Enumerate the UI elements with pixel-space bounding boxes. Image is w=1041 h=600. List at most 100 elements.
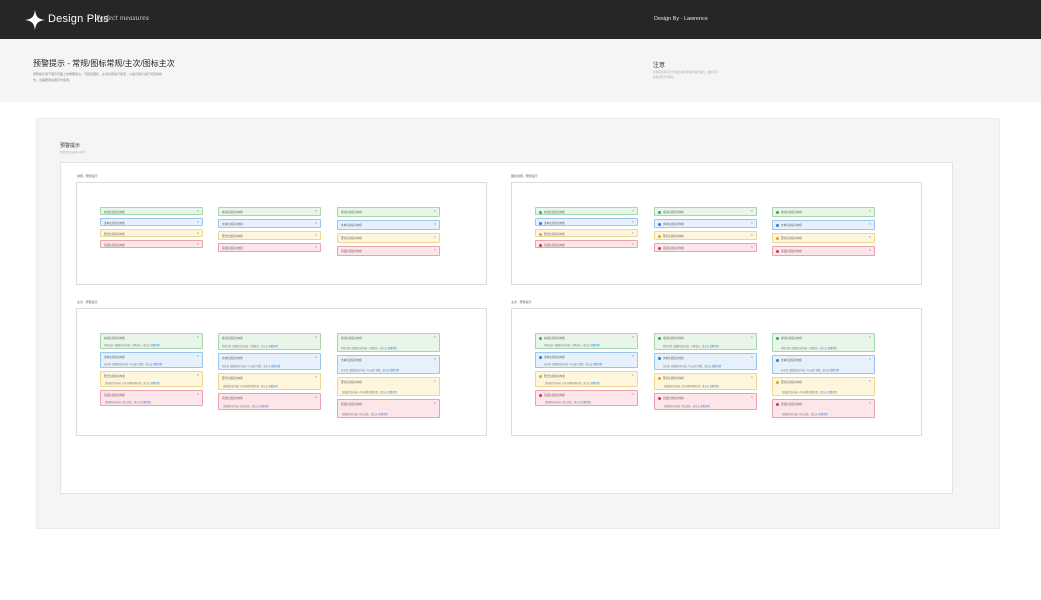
alert-description: 你提交的【数据信息内容】已经成功，请点击 查看详情	[663, 346, 719, 348]
view-details-link[interactable]: 查看详情	[388, 348, 397, 350]
close-icon[interactable]: ×	[869, 209, 871, 213]
alert-title: 错误信息提示内容	[222, 397, 243, 400]
close-icon[interactable]: ×	[434, 209, 436, 213]
close-icon[interactable]: ×	[197, 220, 199, 224]
close-icon[interactable]: ×	[315, 375, 317, 379]
close-icon[interactable]: ×	[197, 231, 199, 235]
alert-info: 文本信息提示内容 ×	[337, 220, 440, 230]
close-icon[interactable]: ×	[869, 222, 871, 226]
view-details-link[interactable]: 查看详情	[828, 348, 837, 350]
view-details-link[interactable]: 查看详情	[271, 366, 280, 368]
alert-title: 文本信息提示内容	[781, 224, 802, 227]
view-details-link[interactable]: 查看详情	[378, 414, 387, 416]
close-icon[interactable]: ×	[869, 235, 871, 239]
alert-title: 警告信息提示内容	[222, 235, 243, 238]
close-icon[interactable]: ×	[197, 392, 199, 396]
alert-title: 错误信息提示内容	[341, 403, 362, 406]
alert-title: 成功信息提示内容	[104, 211, 125, 214]
close-icon[interactable]: ×	[434, 222, 436, 226]
view-details-link[interactable]: 查看详情	[591, 383, 600, 385]
view-details-link[interactable]: 查看详情	[710, 346, 719, 348]
close-icon[interactable]: ×	[632, 373, 634, 377]
view-details-link[interactable]: 查看详情	[710, 386, 719, 388]
info-status-icon	[658, 222, 661, 226]
view-details-link[interactable]: 查看详情	[151, 345, 160, 347]
close-icon[interactable]: ×	[315, 233, 317, 237]
view-details-link[interactable]: 查看详情	[593, 364, 602, 366]
close-icon[interactable]: ×	[315, 355, 317, 359]
close-icon[interactable]: ×	[632, 354, 634, 358]
alert-info: 文本信息提示内容 在这里【数据信息内容】可以进行查看，请点击 查看详情 ×	[218, 353, 321, 370]
close-icon[interactable]: ×	[869, 335, 871, 339]
close-icon[interactable]: ×	[632, 392, 634, 396]
view-details-link[interactable]: 查看详情	[259, 406, 268, 408]
view-details-link[interactable]: 查看详情	[388, 392, 397, 394]
close-icon[interactable]: ×	[751, 375, 753, 379]
close-icon[interactable]: ×	[197, 373, 199, 377]
close-icon[interactable]: ×	[434, 357, 436, 361]
close-icon[interactable]: ×	[315, 395, 317, 399]
close-icon[interactable]: ×	[751, 221, 753, 225]
view-details-link[interactable]: 查看详情	[818, 414, 827, 416]
alert-description: 【数据信息内容】提交失败，请点击 查看详情	[341, 414, 388, 416]
view-details-link[interactable]: 查看详情	[828, 392, 837, 394]
alert-description: 你提交的【数据信息内容】已经成功，请点击 查看详情	[544, 345, 600, 347]
alert-title: 错误信息提示内容	[781, 250, 802, 253]
info-status-icon	[776, 223, 779, 227]
close-icon[interactable]: ×	[434, 401, 436, 405]
close-icon[interactable]: ×	[751, 395, 753, 399]
view-details-link[interactable]: 查看详情	[269, 346, 278, 348]
close-icon[interactable]: ×	[632, 220, 634, 224]
close-icon[interactable]: ×	[869, 379, 871, 383]
close-icon[interactable]: ×	[434, 235, 436, 239]
view-details-link[interactable]: 查看详情	[153, 364, 162, 366]
view-details-link[interactable]: 查看详情	[830, 370, 839, 372]
close-icon[interactable]: ×	[197, 335, 199, 339]
close-icon[interactable]: ×	[434, 379, 436, 383]
close-icon[interactable]: ×	[197, 242, 199, 246]
close-icon[interactable]: ×	[869, 401, 871, 405]
close-icon[interactable]: ×	[751, 209, 753, 213]
view-details-link[interactable]: 查看详情	[700, 406, 709, 408]
close-icon[interactable]: ×	[751, 233, 753, 237]
view-details-link[interactable]: 查看详情	[141, 402, 150, 404]
alert-description: 【数据信息内容】存在问题需要处理，请点击 查看详情	[341, 392, 397, 394]
page-header	[0, 39, 1041, 102]
alert-title: 文本信息提示内容	[104, 356, 125, 359]
view-details-link[interactable]: 查看详情	[151, 383, 160, 385]
view-details-link[interactable]: 查看详情	[591, 345, 600, 347]
close-icon[interactable]: ×	[315, 209, 317, 213]
close-icon[interactable]: ×	[751, 335, 753, 339]
alert-title: 成功信息提示内容	[544, 337, 565, 340]
close-icon[interactable]: ×	[632, 242, 634, 246]
close-icon[interactable]: ×	[315, 335, 317, 339]
alert-error: 错误信息提示内容 ×	[337, 246, 440, 256]
alert-success: 成功信息提示内容 ×	[654, 207, 757, 216]
alert-error: 错误信息提示内容 ×	[654, 243, 757, 252]
close-icon[interactable]: ×	[197, 354, 199, 358]
close-icon[interactable]: ×	[632, 209, 634, 213]
alert-title: 成功信息提示内容	[341, 337, 362, 340]
info-status-icon	[539, 355, 542, 359]
view-details-link[interactable]: 查看详情	[581, 402, 590, 404]
alert-title: 错误信息提示内容	[222, 247, 243, 250]
close-icon[interactable]: ×	[632, 231, 634, 235]
close-icon[interactable]: ×	[197, 209, 199, 213]
view-details-link[interactable]: 查看详情	[269, 386, 278, 388]
close-icon[interactable]: ×	[434, 335, 436, 339]
close-icon[interactable]: ×	[315, 221, 317, 225]
alert-description: 【数据信息内容】存在问题需要处理，请点击 查看详情	[222, 386, 278, 388]
view-details-link[interactable]: 查看详情	[712, 366, 721, 368]
view-details-link[interactable]: 查看详情	[390, 370, 399, 372]
alert-warning: 警告信息提示内容 【数据信息内容】存在问题需要处理，请点击 查看详情 ×	[654, 373, 757, 390]
success-status-icon	[776, 210, 779, 214]
close-icon[interactable]: ×	[869, 357, 871, 361]
alert-description: 【数据信息内容】提交失败，请点击 查看详情	[544, 402, 591, 404]
close-icon[interactable]: ×	[751, 245, 753, 249]
alert-info: 文本信息提示内容 在这里【数据信息内容】可以进行查看，请点击 查看详情 ×	[654, 353, 757, 370]
close-icon[interactable]: ×	[869, 248, 871, 252]
close-icon[interactable]: ×	[315, 245, 317, 249]
close-icon[interactable]: ×	[751, 355, 753, 359]
close-icon[interactable]: ×	[434, 248, 436, 252]
close-icon[interactable]: ×	[632, 335, 634, 339]
